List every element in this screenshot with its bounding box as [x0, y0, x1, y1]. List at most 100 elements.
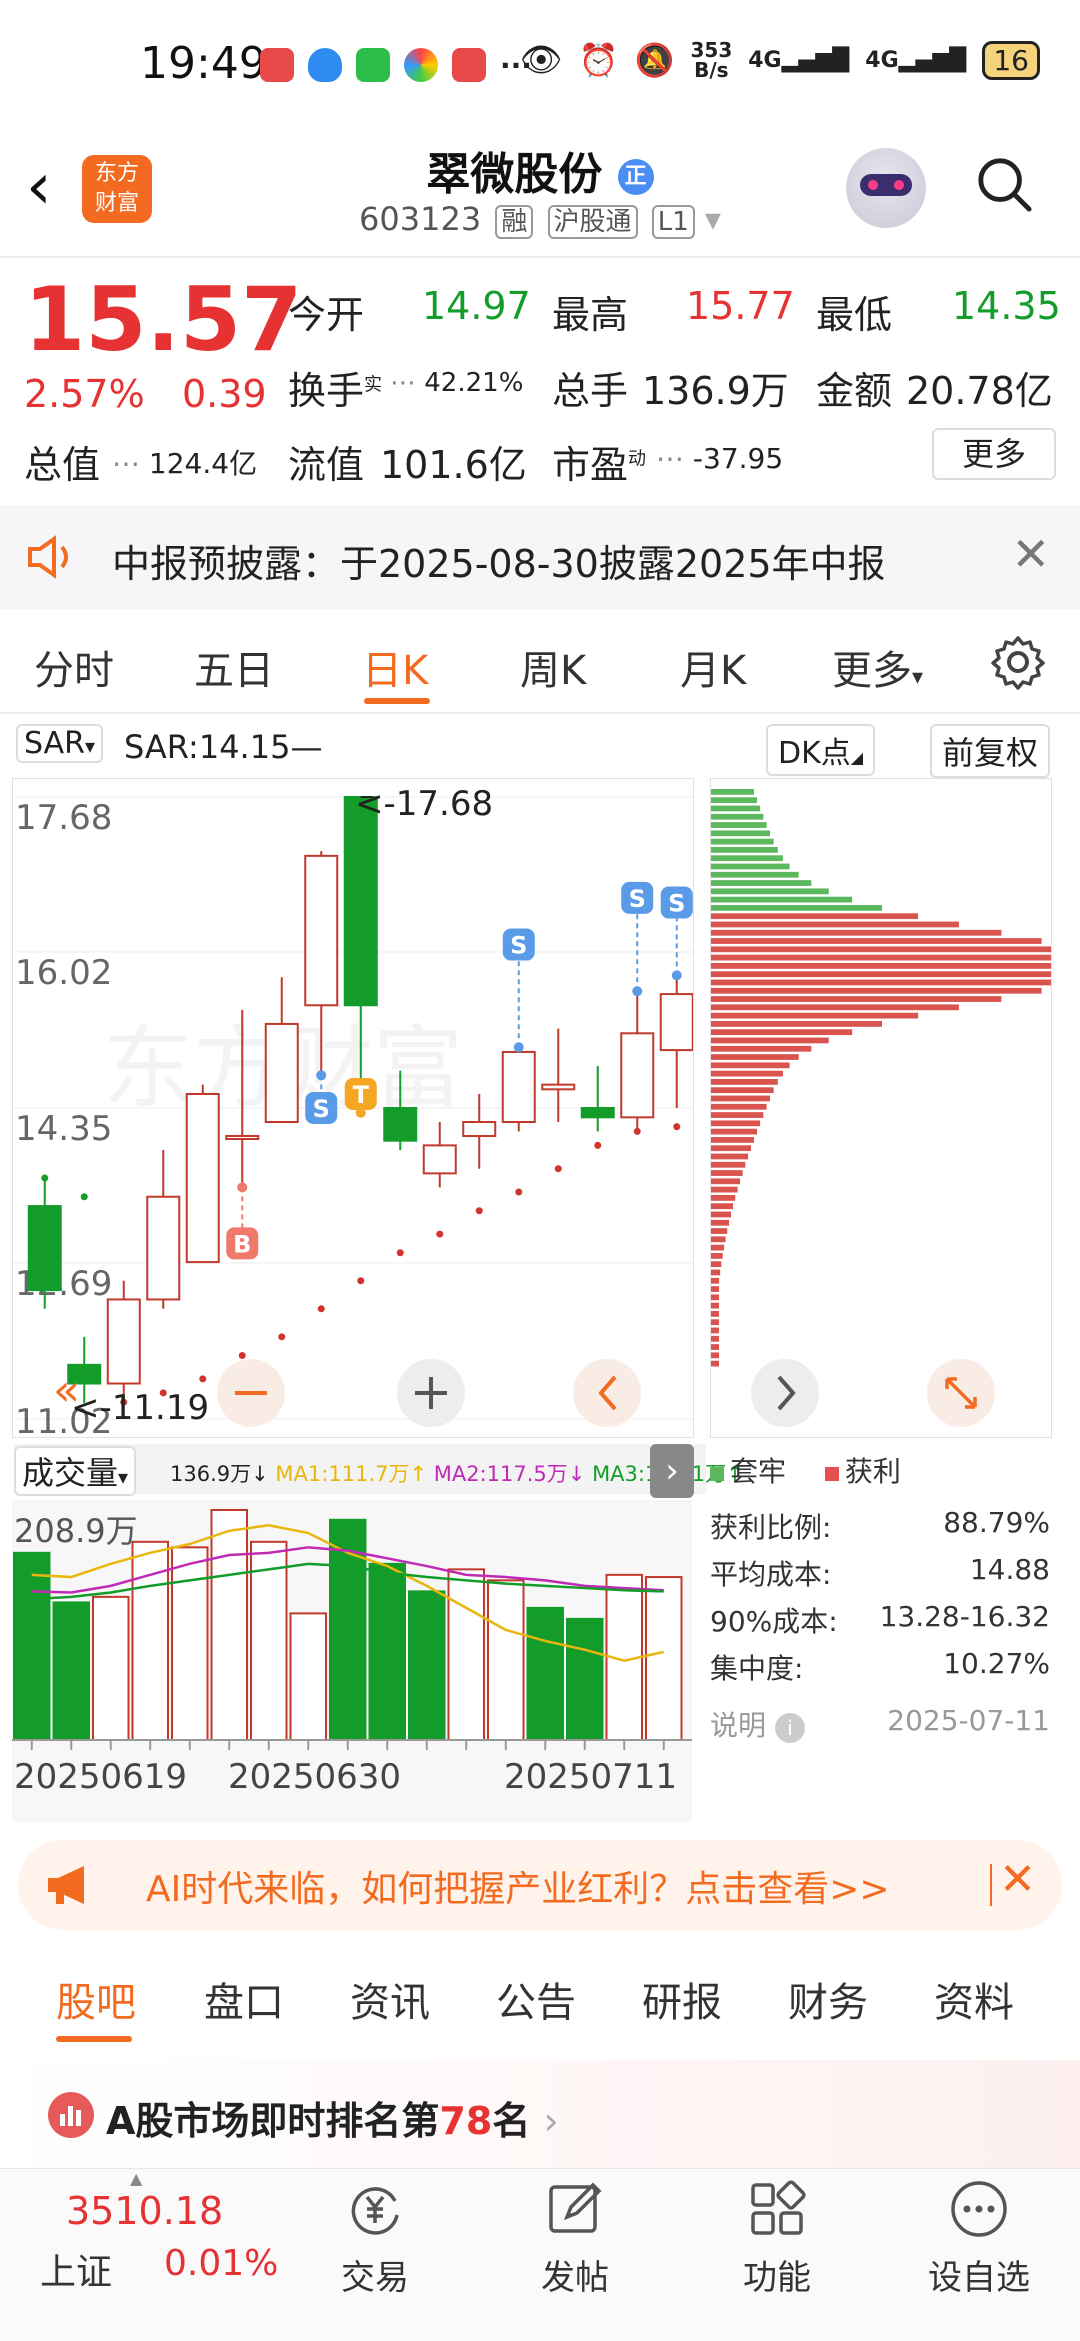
tab-more[interactable]: 更多▾	[832, 638, 923, 696]
sar-dot	[396, 1249, 404, 1257]
candle	[580, 1107, 615, 1119]
signal-label: B	[233, 1230, 251, 1258]
chip-bar-trapped	[711, 822, 767, 828]
zoom-in-button[interactable]	[397, 1359, 465, 1427]
header-divider	[0, 256, 1080, 258]
chip-bar-profit	[711, 1244, 725, 1251]
signal-anchor	[671, 970, 682, 981]
pe-value: ⋯ -37.95	[656, 442, 784, 475]
index-name: 上证	[40, 2252, 113, 2293]
chip-bar-profit	[711, 996, 1002, 1002]
volume-chart[interactable]: 208.9万 20250619 20250630 20250711	[12, 1500, 692, 1822]
chip-bar-trapped	[711, 880, 812, 886]
dk-point-button[interactable]: DK点◢	[766, 724, 876, 776]
expand-icon[interactable]	[927, 1359, 995, 1427]
nav-watchlist[interactable]: 设自选	[904, 2177, 1054, 2299]
chip-bar-profit	[711, 1186, 738, 1193]
sar-dot	[436, 1230, 444, 1238]
next-button[interactable]	[751, 1359, 819, 1427]
gear-icon[interactable]	[990, 634, 1046, 690]
chip-note-button[interactable]: 说明 i	[710, 1704, 805, 1751]
scroll-left-button[interactable]: «	[53, 1365, 80, 1416]
nav-trade[interactable]: 交易	[300, 2177, 450, 2299]
signal-label: S	[510, 932, 527, 960]
info-icon: i	[774, 1713, 805, 1743]
high-label: 最高	[552, 293, 629, 337]
tab-order-book[interactable]: 盘口	[204, 1970, 284, 2028]
chip-bar-profit	[711, 1352, 719, 1359]
chip-bar-trapped	[711, 838, 774, 845]
tab-weekly-k[interactable]: 周K	[520, 638, 586, 696]
chip-bar-trapped	[711, 888, 829, 895]
chip-bar-profit	[711, 1120, 761, 1127]
chip-bar-profit	[711, 1211, 732, 1218]
more-quote-button[interactable]: 更多	[932, 428, 1056, 480]
change-percent: 2.57%	[24, 372, 145, 416]
pe-label: 市盈动	[552, 443, 647, 487]
svg-text:«: «	[53, 1365, 80, 1416]
chip-bar-trapped	[711, 863, 790, 870]
expand-indicator-button[interactable]: ›	[650, 1444, 694, 1498]
chip-bar-profit	[711, 1137, 754, 1143]
chip-bar-profit	[711, 1170, 743, 1176]
candle	[27, 1205, 62, 1292]
chip-bar-profit	[711, 1236, 726, 1243]
candle	[264, 1022, 299, 1124]
bottom-navigation: ▲ 3510.18 上证 0.01% 交易 发帖 功能 设自选	[0, 2168, 1080, 2341]
chip-bar-trapped	[711, 896, 853, 903]
zoom-out-button[interactable]	[217, 1359, 285, 1427]
index-value[interactable]: 3510.18	[66, 2189, 223, 2233]
notice-text: 中报预披露：于2025-08-30披露2025年中报	[112, 542, 886, 586]
tab-finance[interactable]: 财务	[788, 1970, 868, 2028]
robot-assistant-avatar[interactable]	[846, 148, 926, 228]
nav-functions[interactable]: 功能	[702, 2177, 852, 2299]
market-rank-bar[interactable]: A股市场即时排名第78名 ›	[0, 2060, 1080, 2168]
collapse-caret-icon[interactable]: ▲	[130, 2169, 142, 2188]
chip-bar-profit	[711, 1095, 770, 1102]
sar-dot	[317, 1305, 325, 1313]
chip-distribution-chart[interactable]	[710, 778, 1052, 1438]
tab-news[interactable]: 资讯	[350, 1970, 430, 2028]
stock-code: 603123	[359, 200, 482, 238]
volume-value: 136.9万	[642, 369, 789, 413]
adjust-mode-button[interactable]: 前复权	[930, 724, 1051, 778]
volume-indicator-select[interactable]: 成交量▾	[14, 1446, 137, 1496]
tab-announcements[interactable]: 公告	[496, 1970, 576, 2028]
nav-post[interactable]: 发帖	[500, 2177, 650, 2299]
chip-bar-profit	[711, 1269, 721, 1276]
yen-cycle-icon	[351, 2187, 399, 2235]
chip-bar-profit	[711, 1302, 719, 1309]
indicator-select[interactable]: SAR▾	[16, 724, 104, 763]
candle	[620, 1032, 655, 1119]
earnings-notice-bar[interactable]: 中报预披露：于2025-08-30披露2025年中报 ✕	[0, 505, 1080, 609]
turnover-label: 换手实	[288, 369, 383, 413]
tab-research[interactable]: 研报	[642, 1970, 722, 2028]
chip-bar-trapped	[711, 789, 754, 795]
chip-bar-profit	[711, 1319, 719, 1326]
tab-profile[interactable]: 资料	[934, 1970, 1014, 2028]
chip-bar-profit	[711, 1195, 736, 1201]
previous-button[interactable]	[573, 1359, 641, 1427]
volume-bar	[447, 1568, 485, 1742]
float-value: 101.6亿	[380, 443, 527, 487]
ai-promo-banner[interactable]: AI时代来临，如何把握产业红利？点击查看>> ✕	[18, 1840, 1062, 1930]
date-label-end: 20250711	[504, 1757, 677, 1797]
active-content-tab-indicator	[56, 2036, 132, 2042]
chip-bar-profit	[711, 1286, 719, 1292]
tab-five-day[interactable]: 五日	[194, 638, 274, 696]
search-icon[interactable]	[975, 155, 1033, 213]
candle	[106, 1298, 141, 1385]
grid-icon	[751, 2180, 806, 2235]
close-banner-icon[interactable]: ✕	[999, 1854, 1036, 1905]
tab-minute[interactable]: 分时	[34, 638, 114, 696]
tab-forum[interactable]: 股吧	[56, 1970, 136, 2028]
volume-bar	[92, 1595, 130, 1742]
chip-bar-profit	[711, 1277, 720, 1284]
status-time: 19:49	[140, 38, 267, 89]
sar-dot	[357, 1277, 365, 1285]
kline-chart[interactable]: 东方财富 17.6816.0214.3512.6911.02 BSTSSS <-…	[12, 778, 694, 1438]
tab-monthly-k[interactable]: 月K	[680, 638, 746, 696]
tab-daily-k[interactable]: 日K	[362, 638, 428, 696]
open-value: 14.97	[422, 284, 531, 328]
close-notice-icon[interactable]: ✕	[1011, 527, 1050, 581]
